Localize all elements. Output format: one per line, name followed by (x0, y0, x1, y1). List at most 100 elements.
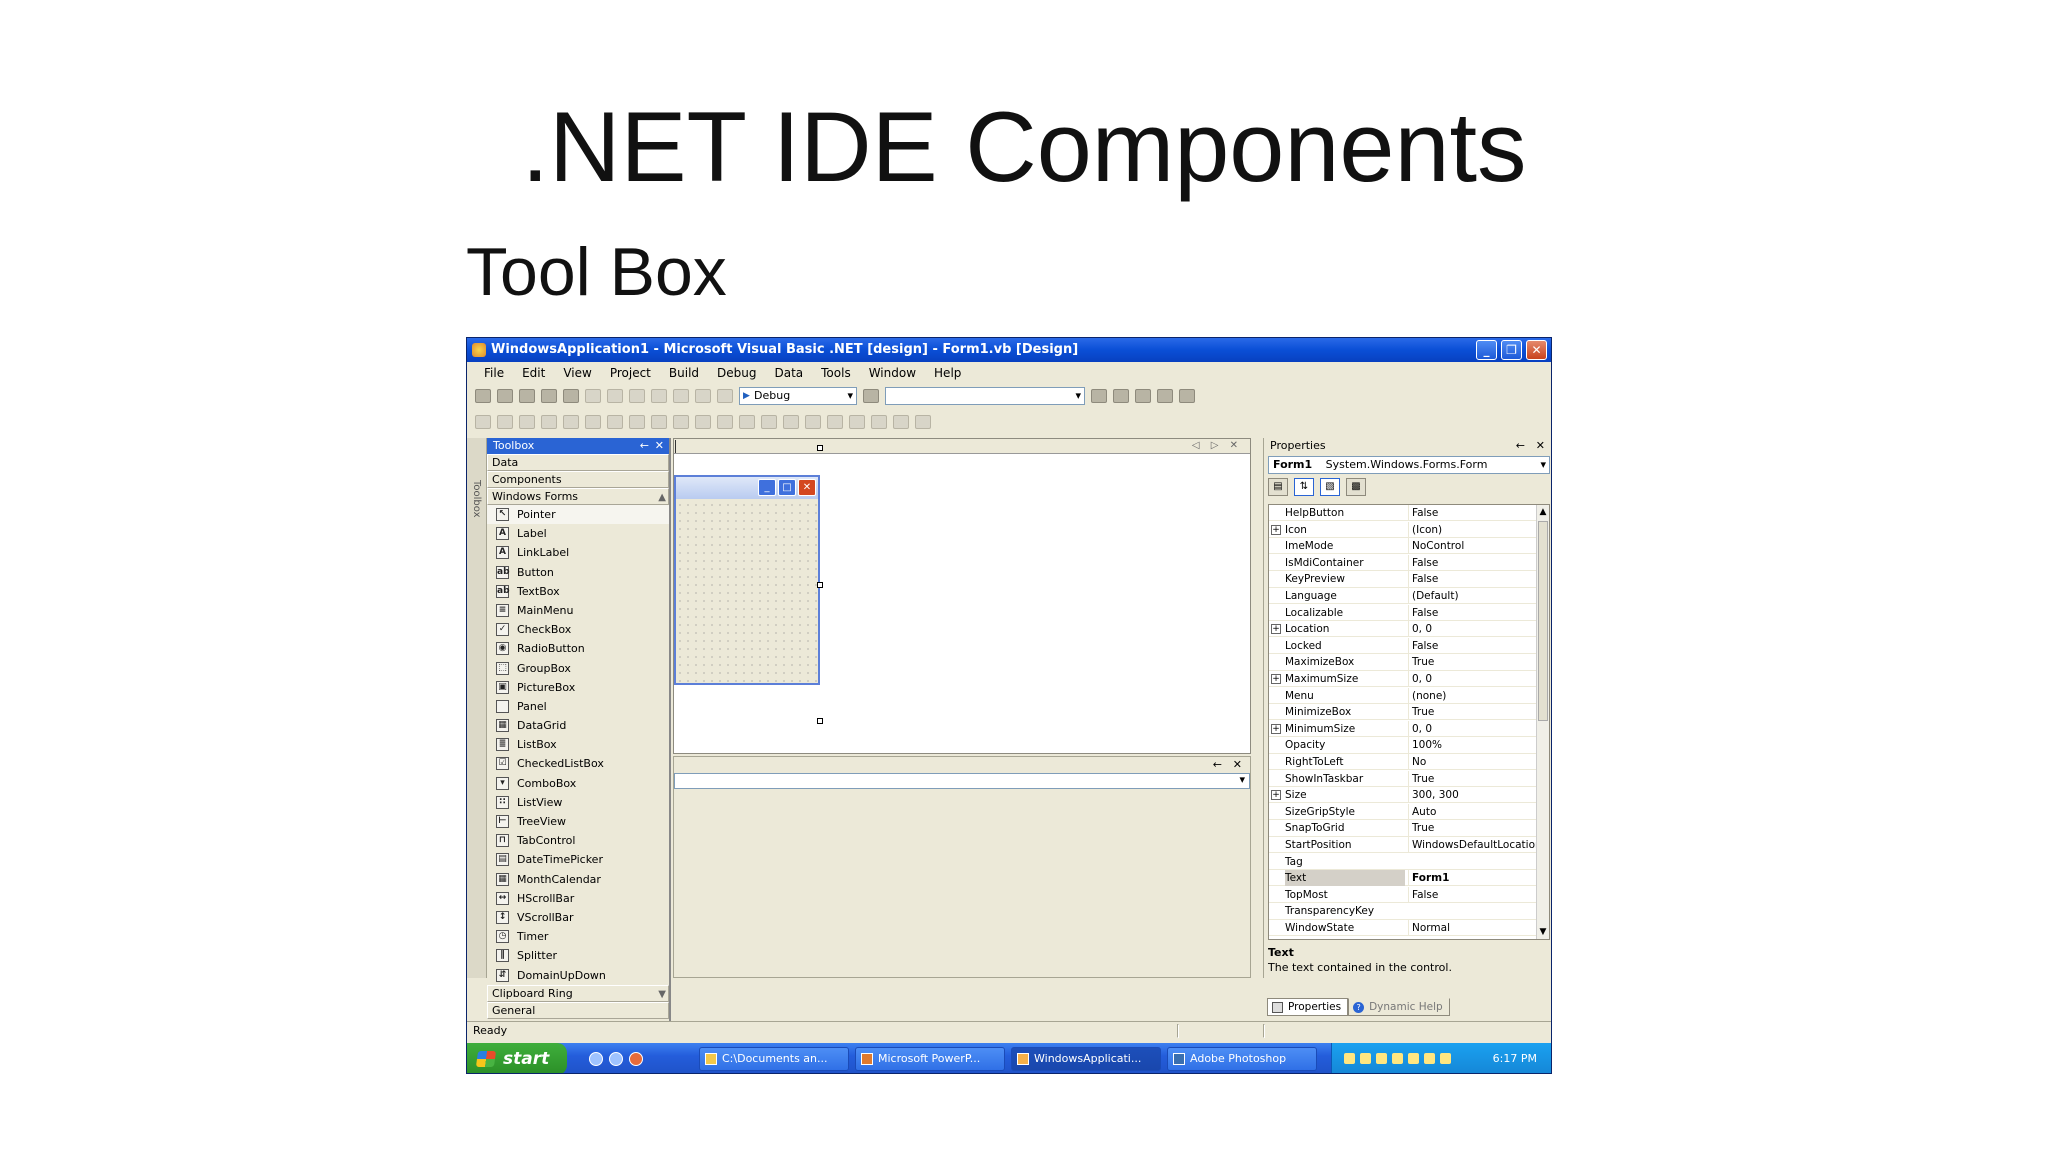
quicklaunch-app-icon[interactable] (629, 1052, 643, 1066)
center-vertically-icon[interactable] (849, 415, 865, 429)
form-designer[interactable]: ◁ ▷ ✕ _ □ ✕ (673, 438, 1251, 754)
save-all-icon[interactable] (563, 389, 579, 403)
property-row-startposition[interactable]: StartPosition WindowsDefaultLocation (1269, 837, 1537, 854)
expand-icon[interactable]: + (1271, 790, 1281, 801)
navigate-back-icon[interactable] (695, 389, 711, 403)
decrease-spacing-icon[interactable] (761, 415, 777, 429)
property-row-icon[interactable]: + Icon (Icon) (1269, 521, 1537, 538)
toolbox-item-pointer[interactable]: ↖ Pointer (487, 505, 669, 525)
toolbox-item-radiobutton[interactable]: ◉ RadioButton (487, 639, 669, 658)
property-value[interactable]: False (1408, 571, 1536, 588)
align-rights-icon[interactable] (541, 415, 557, 429)
property-row-imemode[interactable]: ImeMode NoControl (1269, 538, 1537, 555)
form1-design-surface[interactable]: _ □ ✕ (674, 475, 820, 685)
resize-handle[interactable] (817, 445, 823, 451)
align-tops-icon[interactable] (563, 415, 579, 429)
property-value[interactable]: WindowsDefaultLocation (1408, 837, 1536, 853)
solution-config-dropdown[interactable]: Debug (739, 387, 857, 405)
toolbox-item-button[interactable]: ab Button (487, 563, 669, 582)
solution-explorer-icon[interactable] (1091, 389, 1107, 403)
expand-icon[interactable]: + (1271, 624, 1281, 635)
center-horizontally-icon[interactable] (827, 415, 843, 429)
window-titlebar[interactable]: WindowsApplication1 - Microsoft Visual B… (467, 338, 1551, 362)
toolbox-item-listbox[interactable]: ≣ ListBox (487, 735, 669, 754)
scroll-up-icon[interactable]: ▲ (1537, 505, 1549, 519)
property-row-text[interactable]: Text Form1 (1269, 870, 1537, 887)
property-value[interactable]: Form1 (1408, 870, 1536, 887)
paste-icon[interactable] (629, 389, 645, 403)
scroll-thumb[interactable] (1538, 521, 1548, 721)
new-project-icon[interactable] (475, 389, 491, 403)
toolbox-item-panel[interactable]: Panel (487, 697, 669, 716)
scroll-down-icon[interactable]: ▼ (1537, 925, 1549, 939)
property-row-location[interactable]: + Location 0, 0 (1269, 621, 1537, 638)
navigate-forward-icon[interactable] (717, 389, 733, 403)
bring-to-front-icon[interactable] (871, 415, 887, 429)
scroll-down-icon[interactable]: ▼ (658, 987, 666, 1002)
menu-tools[interactable]: Tools (812, 362, 860, 384)
make-same-width-icon[interactable] (629, 415, 645, 429)
quicklaunch-ie-icon[interactable] (589, 1052, 603, 1066)
menu-data[interactable]: Data (765, 362, 812, 384)
property-row-snaptogrid[interactable]: SnapToGrid True (1269, 820, 1537, 837)
property-value[interactable]: False (1408, 505, 1536, 521)
toolbox-close-icon[interactable]: ✕ (655, 438, 664, 454)
pin-icon[interactable]: ← (1516, 438, 1525, 454)
size-to-grid-icon[interactable] (695, 415, 711, 429)
toolbox-item-listview[interactable]: ∷ ListView (487, 793, 669, 812)
toolbox-titlebar[interactable]: Toolbox ← ✕ (487, 438, 669, 454)
toolbox-item-checkedlistbox[interactable]: ☑ CheckedListBox (487, 754, 669, 773)
properties-close-icon[interactable]: ✕ (1536, 438, 1545, 454)
resize-handle[interactable] (817, 582, 823, 588)
property-value[interactable]: Auto (1408, 803, 1536, 820)
property-value[interactable]: 0, 0 (1408, 621, 1536, 638)
property-row-transparencykey[interactable]: TransparencyKey (1269, 903, 1537, 920)
tab-properties[interactable]: Properties (1267, 998, 1349, 1016)
property-row-menu[interactable]: Menu (none) (1269, 687, 1537, 704)
menu-edit[interactable]: Edit (513, 362, 554, 384)
tray-icon[interactable] (1376, 1053, 1387, 1064)
toolbox-item-picturebox[interactable]: ▣ PictureBox (487, 678, 669, 697)
document-nav-icons[interactable]: ◁ ▷ ✕ (1192, 440, 1242, 451)
properties-view-icon[interactable]: ▧ (1320, 478, 1340, 496)
property-row-keypreview[interactable]: KeyPreview False (1269, 571, 1537, 588)
undo-icon[interactable] (651, 389, 667, 403)
property-row-windowstate[interactable]: WindowState Normal (1269, 920, 1537, 937)
copy-icon[interactable] (607, 389, 623, 403)
horizontal-spacing-icon[interactable] (717, 415, 733, 429)
object-selector-dropdown[interactable]: Form1 System.Windows.Forms.Form (1268, 456, 1550, 474)
toolbox-item-combobox[interactable]: ▾ ComboBox (487, 774, 669, 793)
toolbox-item-hscrollbar[interactable]: ↔ HScrollBar (487, 889, 669, 908)
toolbox-autohide-strip[interactable]: Toolbox (467, 438, 487, 978)
menu-view[interactable]: View (554, 362, 600, 384)
alphabetical-icon[interactable]: ⇅ (1294, 478, 1314, 496)
property-row-tag[interactable]: Tag (1269, 854, 1537, 870)
toolbox-tab-clipboard-ring[interactable]: Clipboard Ring ▼ (487, 984, 669, 1002)
quicklaunch-desktop-icon[interactable] (609, 1052, 623, 1066)
toolbox-item-tabcontrol[interactable]: ⊓ TabControl (487, 831, 669, 850)
toolbox-item-timer[interactable]: ◷ Timer (487, 927, 669, 946)
tray-icon[interactable] (1360, 1053, 1371, 1064)
property-value[interactable]: 0, 0 (1408, 720, 1536, 737)
menu-file[interactable]: File (475, 362, 513, 384)
start-button[interactable]: start (467, 1043, 567, 1073)
output-titlebar[interactable]: ← ✕ (674, 757, 1250, 773)
property-value[interactable]: True (1408, 654, 1536, 671)
tab-dynamic-help[interactable]: ? Dynamic Help (1348, 998, 1450, 1016)
toolbox-item-groupbox[interactable]: ⬚ GroupBox (487, 659, 669, 678)
object-browser-icon[interactable] (1135, 389, 1151, 403)
toolbox-item-label[interactable]: A Label (487, 524, 669, 543)
property-value[interactable]: 0, 0 (1408, 671, 1536, 687)
add-item-icon[interactable] (497, 389, 513, 403)
align-middles-icon[interactable] (585, 415, 601, 429)
property-row-showintaskbar[interactable]: ShowInTaskbar True (1269, 770, 1537, 787)
property-grid-scrollbar[interactable]: ▲ ▼ (1536, 505, 1549, 939)
property-row-locked[interactable]: Locked False (1269, 637, 1537, 655)
toolbox-item-linklabel[interactable]: A LinkLabel (487, 543, 669, 562)
resize-handle[interactable] (817, 718, 823, 724)
toolbox-item-mainmenu[interactable]: ≡ MainMenu (487, 601, 669, 620)
property-row-size[interactable]: + Size 300, 300 (1269, 787, 1537, 804)
toolbox-tab-general[interactable]: General (487, 1001, 669, 1019)
align-bottoms-icon[interactable] (607, 415, 623, 429)
property-row-maximumsize[interactable]: + MaximumSize 0, 0 (1269, 671, 1537, 688)
